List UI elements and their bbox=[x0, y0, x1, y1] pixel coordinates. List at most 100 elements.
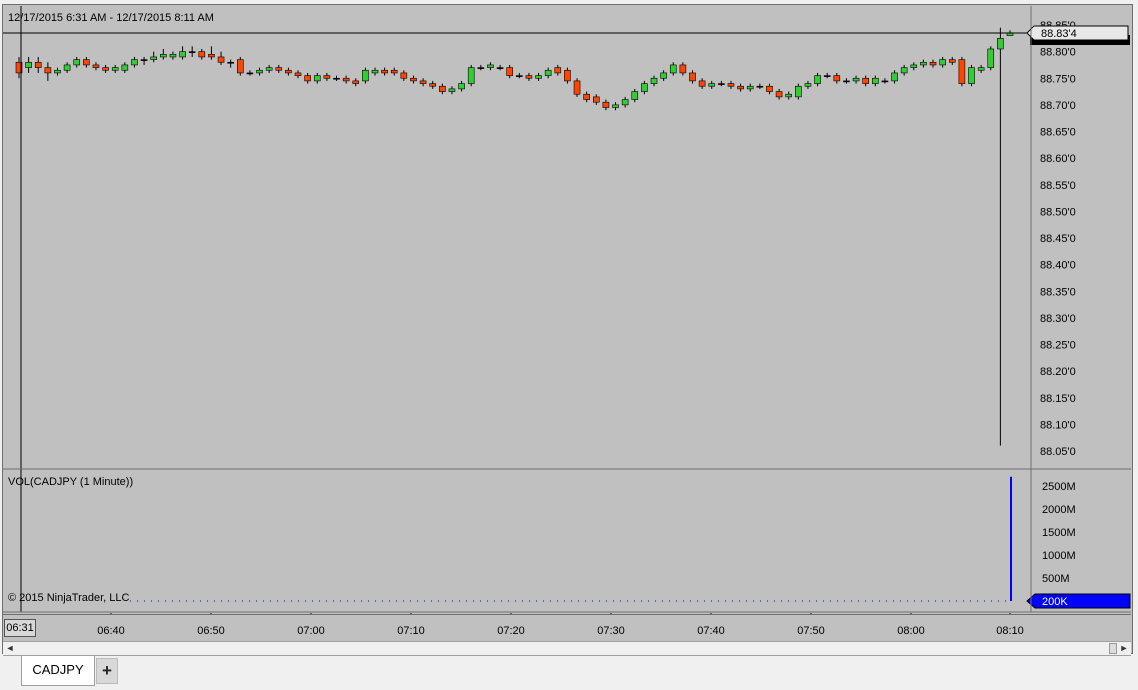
chart-canvas[interactable]: 88.85'088.80'088.75'088.70'088.65'088.60… bbox=[0, 0, 1138, 690]
price-axis: 88.85'088.80'088.75'088.70'088.65'088.60… bbox=[1040, 20, 1076, 458]
price-axis-label: 88.75'0 bbox=[1040, 73, 1076, 85]
candle-body bbox=[968, 67, 975, 84]
candle-body bbox=[304, 75, 311, 82]
candle-body bbox=[140, 59, 148, 61]
candle-body bbox=[535, 75, 542, 79]
candle-body bbox=[920, 61, 927, 66]
price-axis-label: 88.25'0 bbox=[1040, 340, 1076, 352]
candle-body bbox=[602, 101, 610, 108]
candle-body bbox=[718, 83, 725, 85]
scroll-left-icon[interactable]: ◄ bbox=[3, 642, 17, 655]
candle-body bbox=[843, 80, 850, 83]
time-axis-label: 06:40 bbox=[97, 625, 125, 637]
candle-body bbox=[160, 53, 167, 58]
candle-body bbox=[410, 77, 417, 82]
volume-axis-label: 1500M bbox=[1042, 527, 1076, 539]
tab-cadjpy[interactable]: CADJPY bbox=[21, 656, 95, 686]
candle-body bbox=[83, 59, 90, 66]
candle-body bbox=[458, 83, 465, 90]
candle-body bbox=[121, 64, 129, 71]
candle-body bbox=[650, 77, 658, 84]
price-candles bbox=[15, 27, 1014, 446]
volume-axis-label: 500M bbox=[1042, 573, 1070, 585]
price-axis-label: 88.40'0 bbox=[1040, 260, 1076, 272]
candle-body bbox=[631, 91, 639, 100]
candle-body bbox=[25, 61, 32, 68]
candle-body bbox=[564, 69, 571, 82]
candle-body bbox=[256, 69, 263, 74]
candle-body bbox=[641, 83, 648, 92]
price-axis-label: 88.15'0 bbox=[1040, 393, 1076, 405]
candle-body bbox=[891, 72, 898, 82]
candle-body bbox=[448, 88, 456, 92]
candle-body bbox=[111, 67, 119, 71]
volume-axis-label: 2500M bbox=[1042, 481, 1076, 493]
candle-body bbox=[689, 72, 696, 82]
candle-body bbox=[285, 69, 292, 74]
add-tab-button[interactable]: + bbox=[96, 658, 118, 684]
candle-body bbox=[246, 72, 254, 75]
last-price-label: 88.83'4 bbox=[1041, 28, 1077, 40]
candle-body bbox=[785, 93, 793, 98]
volume-axis: 2500M 2000M 1500M 1000M 500M bbox=[1042, 481, 1076, 585]
candle-body bbox=[439, 85, 446, 92]
candle-body bbox=[727, 83, 735, 87]
volume-axis-label: 2000M bbox=[1042, 504, 1076, 516]
time-axis-label: 07:20 bbox=[497, 625, 525, 637]
candle-body bbox=[804, 83, 812, 87]
candle-body bbox=[236, 59, 244, 74]
candle-body bbox=[977, 67, 985, 71]
candle-body bbox=[92, 64, 100, 68]
candle-body bbox=[814, 75, 821, 84]
scroll-right-icon[interactable]: ► bbox=[1117, 642, 1131, 655]
candle-body bbox=[429, 83, 437, 87]
price-axis-label: 88.60'0 bbox=[1040, 153, 1076, 165]
candle-body bbox=[583, 93, 590, 100]
volume-axis-label: 1000M bbox=[1042, 550, 1076, 562]
date-range-label: 12/17/2015 6:31 AM - 12/17/2015 8:11 AM bbox=[8, 12, 214, 24]
candle-body bbox=[987, 48, 995, 68]
candle-body bbox=[333, 77, 340, 80]
candle-body bbox=[900, 67, 908, 74]
candle-body bbox=[371, 69, 379, 74]
candle-body bbox=[669, 64, 677, 74]
candle-body bbox=[612, 104, 619, 108]
candle-body bbox=[506, 67, 513, 76]
time-axis-label: 08:00 bbox=[897, 625, 925, 637]
candle-body bbox=[852, 77, 860, 82]
price-axis-label: 88.50'0 bbox=[1040, 206, 1076, 218]
candle-body bbox=[54, 69, 61, 74]
candle-body bbox=[352, 80, 360, 84]
time-axis-label: 07:00 bbox=[297, 625, 325, 637]
candle-body bbox=[554, 67, 562, 74]
candle-body bbox=[862, 77, 869, 84]
candle-body bbox=[698, 80, 706, 87]
candle-body bbox=[525, 75, 533, 79]
horizontal-scrollbar[interactable]: ◄ ► bbox=[3, 641, 1131, 656]
price-axis-label: 88.05'0 bbox=[1040, 446, 1076, 458]
candle-body bbox=[400, 72, 408, 79]
candle-body bbox=[477, 67, 485, 69]
candle-body bbox=[323, 75, 331, 79]
candle-body bbox=[881, 80, 889, 83]
candle-body bbox=[169, 53, 177, 58]
candle-body bbox=[208, 53, 215, 58]
candle-body bbox=[833, 75, 841, 82]
time-axis-label: 07:40 bbox=[697, 625, 725, 637]
scroll-thumb[interactable] bbox=[1109, 643, 1117, 654]
time-axis-label: 07:50 bbox=[797, 625, 825, 637]
candle-body bbox=[929, 61, 937, 66]
chart-overlays: 88.83'4 200K bbox=[3, 6, 1131, 618]
time-axis-label: 06:50 bbox=[197, 625, 225, 637]
candle-body bbox=[102, 67, 109, 71]
time-axis[interactable] bbox=[3, 614, 1131, 642]
candle-body bbox=[679, 64, 687, 74]
candle-body bbox=[265, 67, 273, 71]
candle-body bbox=[737, 85, 744, 90]
candle-body bbox=[939, 59, 946, 66]
candle-body bbox=[516, 75, 523, 77]
candle-body bbox=[467, 67, 475, 84]
candle-body bbox=[592, 96, 600, 103]
price-axis-label: 88.70'0 bbox=[1040, 100, 1076, 112]
candle-body bbox=[150, 56, 157, 60]
